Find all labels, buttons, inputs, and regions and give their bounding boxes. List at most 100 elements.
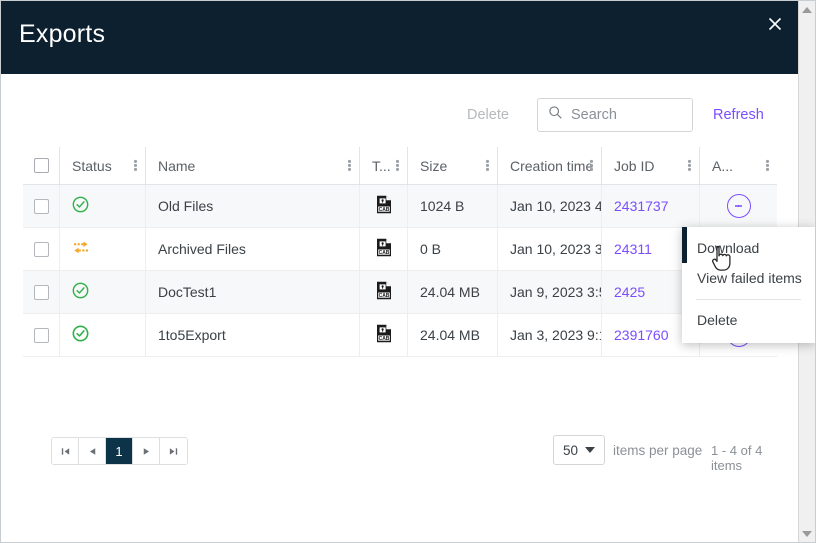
pagination: 1	[51, 437, 188, 465]
dialog-body: Delete Refresh Status	[1, 74, 799, 542]
row-status-cell	[59, 227, 145, 271]
next-page-icon[interactable]	[133, 438, 160, 464]
context-menu-item-delete[interactable]: Delete	[682, 305, 815, 335]
column-menu-size-icon[interactable]	[486, 158, 489, 172]
page-1-button[interactable]: 1	[106, 438, 133, 464]
job-id-link[interactable]: 2431737	[614, 198, 669, 214]
row-type-cell: CAB	[359, 184, 407, 228]
prev-page-icon[interactable]	[79, 438, 106, 464]
cab-file-icon: CAB	[376, 281, 392, 303]
last-page-icon[interactable]	[160, 438, 187, 464]
row-context-menu: Download View failed items Delete	[682, 227, 815, 343]
table-row[interactable]: DocTest1 CAB 24.04 MB Jan 9, 2023 3: 242…	[23, 270, 777, 314]
row-checkbox[interactable]	[33, 284, 49, 300]
row-name-cell: Archived Files	[145, 227, 359, 271]
context-menu-item-view-failed-items[interactable]: View failed items	[682, 263, 815, 293]
row-size-cell: 0 B	[407, 227, 497, 271]
in-progress-arrows-icon	[72, 240, 90, 258]
cab-file-icon: CAB	[376, 238, 392, 260]
success-check-circle-icon	[72, 325, 89, 345]
select-all-checkbox[interactable]	[33, 158, 49, 173]
row-creation-time-cell: Jan 10, 2023 4:...	[497, 184, 601, 228]
context-menu-separator	[696, 299, 801, 300]
page-title: Exports	[19, 20, 106, 48]
row-job-id-cell: 2431737	[601, 184, 699, 228]
column-header-type[interactable]: T...	[359, 146, 407, 185]
row-creation-time-cell: Jan 10, 2023 3:...	[497, 227, 601, 271]
first-page-icon[interactable]	[52, 438, 79, 464]
close-icon[interactable]	[761, 10, 789, 38]
column-header-status-label: Status	[72, 157, 112, 174]
table-row[interactable]: Archived Files CAB 0 B Jan 10, 2023 2431…	[23, 227, 777, 271]
svg-text:CAB: CAB	[378, 293, 389, 299]
row-status-cell	[59, 184, 145, 228]
table-header-row: Status Name T... Size Creation time Job …	[23, 146, 777, 185]
row-actions-cell	[699, 184, 777, 228]
select-all-header	[23, 147, 59, 185]
cab-file-icon: CAB	[376, 195, 392, 217]
row-checkbox[interactable]	[33, 198, 49, 214]
row-select-cell	[23, 314, 59, 357]
row-name-cell: 1to5Export	[145, 313, 359, 357]
column-header-job-id-label: Job ID	[614, 157, 655, 174]
column-header-name[interactable]: Name	[145, 146, 359, 185]
table-row[interactable]: 1to5Export CAB 24.04 MB Jan 3, 2023 9: 2…	[23, 313, 777, 357]
search-box[interactable]	[537, 98, 693, 132]
column-menu-name-icon[interactable]	[348, 158, 351, 172]
row-actions-menu-button[interactable]	[726, 194, 751, 218]
context-menu-item-download[interactable]: Download	[682, 233, 815, 263]
row-status-cell	[59, 313, 145, 357]
column-menu-status-icon[interactable]	[134, 158, 137, 172]
chevron-down-icon	[585, 447, 596, 453]
refresh-button[interactable]: Refresh	[713, 107, 764, 123]
row-select-cell	[23, 271, 59, 314]
column-menu-creation-time-icon[interactable]	[590, 158, 593, 172]
success-check-circle-icon	[72, 282, 89, 302]
row-size-cell: 1024 B	[407, 184, 497, 228]
row-type-cell: CAB	[359, 313, 407, 357]
column-menu-job-id-icon[interactable]	[688, 158, 691, 172]
items-per-page-value: 50	[562, 442, 579, 458]
column-header-size-label: Size	[420, 157, 448, 174]
delete-button[interactable]: Delete	[467, 107, 509, 123]
items-per-page-select[interactable]: 50	[553, 435, 605, 465]
items-per-page-label: items per page	[613, 443, 703, 458]
column-header-type-label: T...	[372, 157, 391, 174]
column-header-actions-label: A...	[712, 157, 734, 174]
job-id-link[interactable]: 24311	[614, 241, 652, 257]
scroll-up-arrow-icon[interactable]	[799, 1, 815, 18]
row-status-cell	[59, 270, 145, 314]
column-header-status[interactable]: Status	[59, 146, 145, 185]
exports-dialog: Exports Delete Refresh	[0, 0, 816, 543]
column-menu-type-icon[interactable]	[396, 158, 399, 172]
column-header-actions[interactable]: A...	[699, 146, 777, 185]
context-menu-accent-bar	[682, 227, 687, 263]
row-creation-time-cell: Jan 3, 2023 9:1...	[497, 313, 601, 357]
row-size-cell: 24.04 MB	[407, 313, 497, 357]
row-name-cell: DocTest1	[145, 270, 359, 314]
search-input[interactable]	[571, 107, 686, 123]
row-creation-time-cell: Jan 9, 2023 3:5...	[497, 270, 601, 314]
column-header-job-id[interactable]: Job ID	[601, 146, 699, 185]
row-select-cell	[23, 185, 59, 228]
column-header-creation-time[interactable]: Creation time	[497, 146, 601, 185]
success-check-circle-icon	[72, 196, 89, 216]
row-checkbox[interactable]	[33, 241, 49, 257]
column-menu-actions-icon[interactable]	[766, 158, 769, 172]
svg-text:CAB: CAB	[378, 250, 389, 256]
items-range-label: 1 - 4 of 4 items	[711, 443, 763, 473]
row-type-cell: CAB	[359, 227, 407, 271]
scroll-down-arrow-icon[interactable]	[799, 525, 815, 542]
table-toolbar: Delete Refresh	[1, 97, 799, 147]
column-header-creation-time-label: Creation time	[510, 157, 594, 174]
exports-table: Status Name T... Size Creation time Job …	[23, 146, 777, 473]
job-id-link[interactable]: 2391760	[614, 327, 669, 343]
column-header-size[interactable]: Size	[407, 146, 497, 185]
cab-file-icon: CAB	[376, 324, 392, 346]
table-row[interactable]: Old Files CAB 1024 B Jan 10, 2023 243173…	[23, 184, 777, 228]
job-id-link[interactable]: 2425	[614, 284, 645, 300]
row-checkbox[interactable]	[33, 327, 49, 343]
dialog-header: Exports	[1, 1, 799, 74]
svg-text:CAB: CAB	[378, 336, 389, 342]
svg-text:CAB: CAB	[378, 207, 389, 213]
